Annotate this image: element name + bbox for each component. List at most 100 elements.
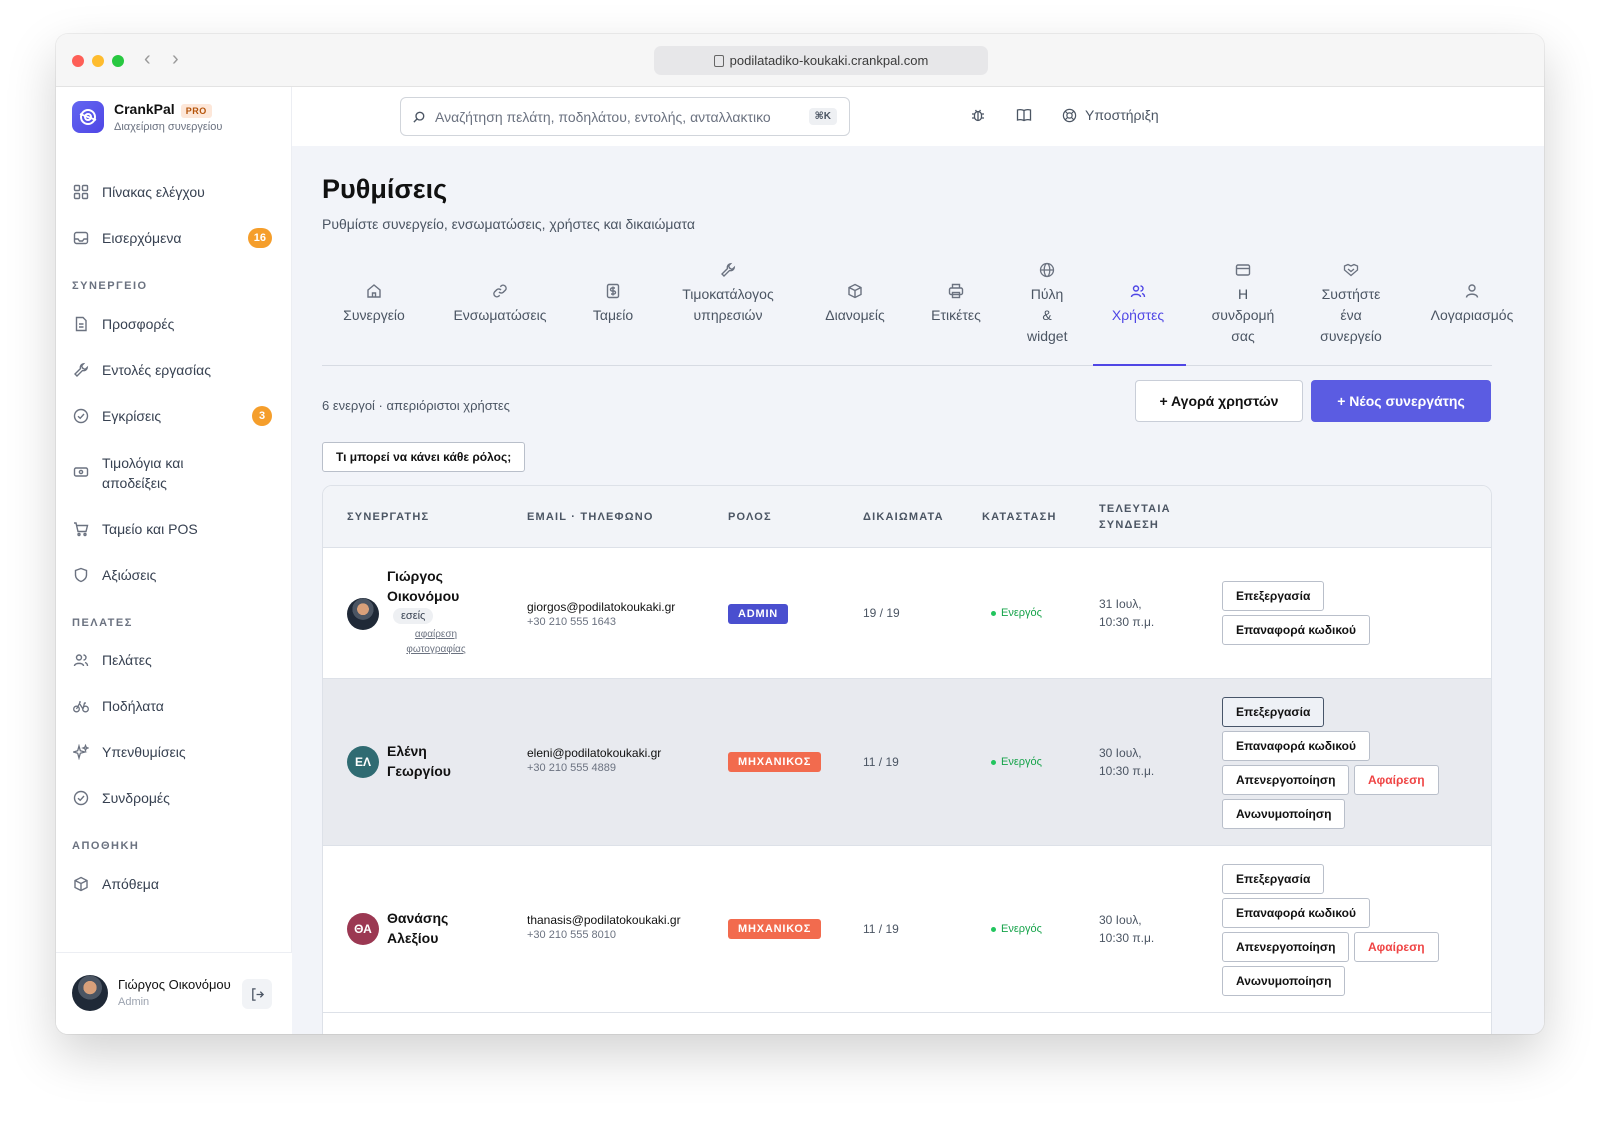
phone-text: +30 210 555 4889	[527, 762, 617, 774]
permissions-count: 11 / 19	[863, 922, 899, 936]
close-window-button[interactable]	[72, 55, 84, 67]
edit-button[interactable]: Επεξεργασία	[1222, 864, 1325, 894]
status-badge: Ενεργός	[991, 756, 1042, 768]
minimize-window-button[interactable]	[92, 55, 104, 67]
box-icon	[808, 283, 902, 301]
tab-service-pricelist[interactable]: Τιμοκατάλογος υπηρεσιών	[666, 262, 790, 326]
forward-arrow-icon[interactable]: ›	[172, 48, 179, 71]
sidebar-item-pos[interactable]: Ταμείο και POS	[72, 520, 276, 538]
sidebar-item-bikes[interactable]: Ποδήλατα	[72, 697, 276, 715]
buy-users-button[interactable]: + Αγορά χρηστών	[1135, 380, 1303, 422]
brand[interactable]: CrankPal PRO Διαχείριση συνεργείου	[72, 101, 222, 133]
address-bar[interactable]: podilatadiko-koukaki.crankpal.com	[654, 46, 988, 75]
deactivate-button[interactable]: Απενεργοποίηση	[1222, 932, 1350, 962]
reset-password-button[interactable]: Επαναφορά κωδικού	[1222, 615, 1370, 645]
contact-cell: thanasis@podilatokoukaki.gr +30 210 555 …	[527, 913, 681, 941]
edit-button[interactable]: Επεξεργασία	[1222, 581, 1325, 611]
deactivate-button[interactable]: Απενεργοποίηση	[1222, 765, 1350, 795]
globe-icon	[1012, 262, 1082, 280]
book-icon	[1016, 109, 1032, 122]
sidebar-item-reminders[interactable]: Υπενθυμίσεις	[72, 743, 276, 761]
search-icon	[413, 111, 425, 123]
brand-subtitle: Διαχείριση συνεργείου	[114, 121, 223, 133]
users-count: 6 ενεργοί · απεριόριστοι χρήστες	[322, 398, 510, 413]
tab-subscription[interactable]: Η συνδρομή σας	[1198, 262, 1288, 347]
status-badge: Ενεργός	[991, 923, 1042, 935]
sidebar-item-subscriptions[interactable]: Συνδρομές	[72, 789, 276, 807]
receipt-icon	[72, 463, 90, 481]
maximize-window-button[interactable]	[112, 55, 124, 67]
sidebar-item-label: Εισερχόμενα	[102, 230, 182, 246]
roles-info-button[interactable]: Τι μπορεί να κάνει κάθε ρόλος;	[322, 442, 526, 472]
sidebar-item-work-orders[interactable]: Εντολές εργασίας	[72, 361, 276, 379]
section-title-storage: ΑΠΟΘΗΚΗ	[72, 840, 140, 852]
bug-report-button[interactable]	[970, 107, 986, 123]
reset-password-button[interactable]: Επαναφορά κωδικού	[1222, 731, 1370, 761]
sidebar-item-offers[interactable]: Προσφορές	[72, 315, 276, 333]
edit-button[interactable]: Επεξεργασία	[1222, 697, 1325, 727]
browser-titlebar: ‹ › podilatadiko-koukaki.crankpal.com	[56, 34, 1544, 87]
check-circle-icon	[72, 789, 90, 807]
settings-tabs: Συνεργείο Ενσωματώσεις Ταμείο Τιμοκατάλο…	[322, 262, 1513, 366]
tab-account[interactable]: Λογαριασμός	[1420, 283, 1524, 326]
main-content: Ρυθμίσεις Ρυθμίστε συνεργείο, ενσωματώσε…	[292, 146, 1544, 1034]
column-header-partner: ΣΥΝΕΡΓΑΤΗΣ	[347, 511, 430, 523]
sidebar-item-invoices[interactable]: Τιμολόγια και αποδείξεις	[72, 453, 276, 493]
sidebar-item-label: Τιμολόγια και αποδείξεις	[102, 455, 184, 491]
you-tag: εσείς	[393, 608, 434, 624]
avatar[interactable]	[72, 975, 108, 1011]
remove-button[interactable]: Αφαίρεση	[1354, 765, 1439, 795]
logout-button[interactable]	[242, 979, 272, 1009]
users-icon	[72, 651, 90, 669]
table-row: ΕΛ Ελένη Γεωργίου eleni@podilatokoukaki.…	[323, 679, 1491, 846]
email-text: eleni@podilatokoukaki.gr	[527, 746, 662, 760]
partner-name: Γιώργος Οικονόμου	[387, 568, 460, 604]
tab-distributors[interactable]: Διανομείς	[808, 283, 902, 326]
check-circle-icon	[72, 407, 90, 425]
reset-password-button[interactable]: Επαναφορά κωδικού	[1222, 898, 1370, 928]
remove-photo-link[interactable]: αφαίρεση φωτογραφίας	[391, 627, 481, 657]
docs-button[interactable]	[1016, 107, 1032, 123]
partner-cell: Γιώργος Οικονόμου εσείς αφαίρεση φωτογρα…	[387, 566, 477, 657]
sidebar-item-stock[interactable]: Απόθεμα	[72, 875, 276, 893]
tab-shop[interactable]: Συνεργείο	[322, 283, 426, 326]
sidebar: CrankPal PRO Διαχείριση συνεργείου Πίνακα…	[56, 87, 292, 1034]
sidebar-item-label: Ποδήλατα	[102, 698, 164, 714]
sidebar-item-label: Προσφορές	[102, 316, 175, 332]
support-button[interactable]: Υποστήριξη	[1062, 107, 1159, 123]
remove-button[interactable]: Αφαίρεση	[1354, 932, 1439, 962]
tab-cashbox[interactable]: Ταμείο	[576, 283, 650, 326]
anonymize-button[interactable]: Ανωνυμοποίηση	[1222, 966, 1346, 996]
sidebar-item-label: Πίνακας ελέγχου	[102, 184, 205, 200]
permissions-count: 19 / 19	[863, 606, 900, 620]
avatar: ΕΛ	[347, 746, 379, 778]
logout-icon	[251, 987, 264, 1001]
tab-portal-widget[interactable]: Πύλη & widget	[1012, 262, 1082, 347]
sidebar-item-customers[interactable]: Πελάτες	[72, 651, 276, 669]
tab-integrations[interactable]: Ενσωματώσεις	[440, 283, 560, 326]
email-text: thanasis@podilatokoukaki.gr	[527, 913, 681, 927]
email-text: giorgos@podilatokoukaki.gr	[527, 600, 676, 614]
sidebar-item-claims[interactable]: Αξιώσεις	[72, 566, 276, 584]
permissions-count: 11 / 19	[863, 755, 899, 769]
new-partner-button[interactable]: + Νέος συνεργάτης	[1311, 380, 1491, 422]
section-title-shop: ΣΥΝΕΡΓΕΙΟ	[72, 280, 148, 292]
sidebar-item-label: Αξιώσεις	[102, 567, 157, 583]
tab-refer-shop[interactable]: Συστήστε ένα συνεργείο	[1304, 262, 1398, 347]
partner-name: Ελένη Γεωργίου	[387, 743, 451, 779]
anonymize-button[interactable]: Ανωνυμοποίηση	[1222, 799, 1346, 829]
sidebar-item-dashboard[interactable]: Πίνακας ελέγχου	[72, 183, 276, 201]
users-table: ΣΥΝΕΡΓΑΤΗΣ EMAIL · ΤΗΛΕΦΩΝΟ ΡΟΛΟΣ ΔΙΚΑΙΩ…	[322, 485, 1492, 1034]
search-input[interactable]: Αναζήτηση πελάτη, ποδηλάτου, εντολής, αν…	[400, 97, 850, 136]
last-login-text: 30 Ιουλ, 10:30 π.μ.	[1099, 746, 1155, 778]
phone-text: +30 210 555 1643	[527, 616, 617, 628]
tab-users[interactable]: Χρήστες	[1098, 283, 1178, 326]
lifebuoy-icon	[1062, 108, 1077, 122]
back-arrow-icon[interactable]: ‹	[144, 48, 151, 71]
sidebar-item-label: Υπενθυμίσεις	[102, 744, 186, 760]
sidebar-item-approvals[interactable]: Εγκρίσεις 3	[72, 406, 276, 426]
tab-labels[interactable]: Ετικέτες	[920, 283, 992, 326]
sidebar-item-inbox[interactable]: Εισερχόμενα 16	[72, 228, 276, 248]
partner-name: Θανάσης Αλεξίου	[387, 910, 449, 946]
column-header-contact: EMAIL · ΤΗΛΕΦΩΝΟ	[527, 511, 654, 523]
